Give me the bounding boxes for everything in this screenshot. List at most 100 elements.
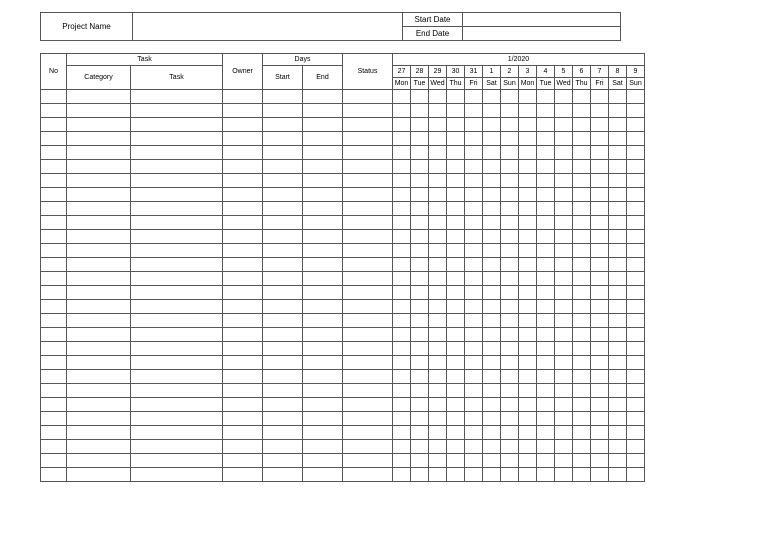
cell bbox=[131, 216, 223, 230]
col-day-num: 30 bbox=[447, 66, 465, 78]
gantt-cell bbox=[447, 216, 465, 230]
gantt-cell bbox=[555, 370, 573, 384]
gantt-cell bbox=[465, 370, 483, 384]
gantt-cell bbox=[447, 258, 465, 272]
cell bbox=[343, 146, 393, 160]
gantt-cell bbox=[411, 412, 429, 426]
gantt-cell bbox=[501, 398, 519, 412]
gantt-cell bbox=[591, 384, 609, 398]
gantt-cell bbox=[555, 146, 573, 160]
col-day-dow: Sun bbox=[627, 78, 645, 90]
table-row bbox=[41, 118, 645, 132]
gantt-cell bbox=[591, 286, 609, 300]
gantt-cell bbox=[447, 118, 465, 132]
gantt-cell bbox=[555, 188, 573, 202]
gantt-cell bbox=[555, 314, 573, 328]
gantt-cell bbox=[627, 398, 645, 412]
gantt-cell bbox=[519, 356, 537, 370]
gantt-cell bbox=[627, 384, 645, 398]
cell bbox=[303, 132, 343, 146]
col-day-num: 9 bbox=[627, 66, 645, 78]
gantt-cell bbox=[411, 468, 429, 482]
cell bbox=[223, 174, 263, 188]
cell bbox=[131, 272, 223, 286]
cell bbox=[67, 412, 131, 426]
col-day-dow: Tue bbox=[537, 78, 555, 90]
cell bbox=[67, 328, 131, 342]
gantt-cell bbox=[501, 356, 519, 370]
cell bbox=[343, 230, 393, 244]
gantt-cell bbox=[393, 356, 411, 370]
gantt-cell bbox=[411, 174, 429, 188]
gantt-cell bbox=[411, 216, 429, 230]
cell bbox=[263, 188, 303, 202]
gantt-cell bbox=[483, 202, 501, 216]
gantt-cell bbox=[411, 160, 429, 174]
cell bbox=[263, 440, 303, 454]
cell bbox=[41, 174, 67, 188]
gantt-cell bbox=[465, 328, 483, 342]
gantt-cell bbox=[627, 300, 645, 314]
gantt-cell bbox=[393, 370, 411, 384]
cell bbox=[223, 398, 263, 412]
gantt-cell bbox=[465, 160, 483, 174]
cell bbox=[41, 202, 67, 216]
gantt-cell bbox=[447, 314, 465, 328]
cell bbox=[343, 300, 393, 314]
gantt-cell bbox=[411, 272, 429, 286]
gantt-cell bbox=[573, 454, 591, 468]
gantt-cell bbox=[393, 202, 411, 216]
col-task-group: Task bbox=[67, 54, 223, 66]
gantt-cell bbox=[393, 244, 411, 258]
gantt-cell bbox=[519, 160, 537, 174]
cell bbox=[263, 160, 303, 174]
gantt-cell bbox=[537, 244, 555, 258]
gantt-cell bbox=[393, 426, 411, 440]
cell bbox=[263, 300, 303, 314]
col-owner: Owner bbox=[223, 54, 263, 90]
gantt-cell bbox=[483, 398, 501, 412]
gantt-cell bbox=[537, 384, 555, 398]
gantt-cell bbox=[411, 398, 429, 412]
gantt-cell bbox=[537, 174, 555, 188]
cell bbox=[131, 174, 223, 188]
gantt-cell bbox=[537, 468, 555, 482]
cell bbox=[131, 160, 223, 174]
cell bbox=[263, 244, 303, 258]
cell bbox=[131, 454, 223, 468]
gantt-cell bbox=[429, 132, 447, 146]
gantt-cell bbox=[555, 328, 573, 342]
gantt-cell bbox=[411, 104, 429, 118]
col-day-dow: Wed bbox=[555, 78, 573, 90]
gantt-cell bbox=[501, 342, 519, 356]
cell bbox=[343, 440, 393, 454]
gantt-cell bbox=[411, 440, 429, 454]
gantt-cell bbox=[609, 90, 627, 104]
gantt-cell bbox=[591, 412, 609, 426]
col-no: No bbox=[41, 54, 67, 90]
gantt-cell bbox=[447, 398, 465, 412]
table-row bbox=[41, 398, 645, 412]
gantt-cell bbox=[501, 244, 519, 258]
col-day-num: 27 bbox=[393, 66, 411, 78]
gantt-cell bbox=[573, 286, 591, 300]
gantt-cell bbox=[537, 90, 555, 104]
gantt-table: No Task Owner Days Status 1/2020 Categor… bbox=[40, 53, 645, 482]
table-row bbox=[41, 174, 645, 188]
gantt-cell bbox=[519, 216, 537, 230]
gantt-cell bbox=[483, 300, 501, 314]
gantt-cell bbox=[519, 440, 537, 454]
gantt-cell bbox=[573, 174, 591, 188]
cell bbox=[303, 454, 343, 468]
cell bbox=[67, 440, 131, 454]
gantt-cell bbox=[447, 174, 465, 188]
gantt-cell bbox=[411, 146, 429, 160]
gantt-cell bbox=[591, 258, 609, 272]
gantt-cell bbox=[465, 202, 483, 216]
cell bbox=[263, 342, 303, 356]
gantt-cell bbox=[411, 356, 429, 370]
gantt-cell bbox=[465, 118, 483, 132]
gantt-cell bbox=[483, 468, 501, 482]
gantt-cell bbox=[627, 454, 645, 468]
gantt-cell bbox=[591, 202, 609, 216]
